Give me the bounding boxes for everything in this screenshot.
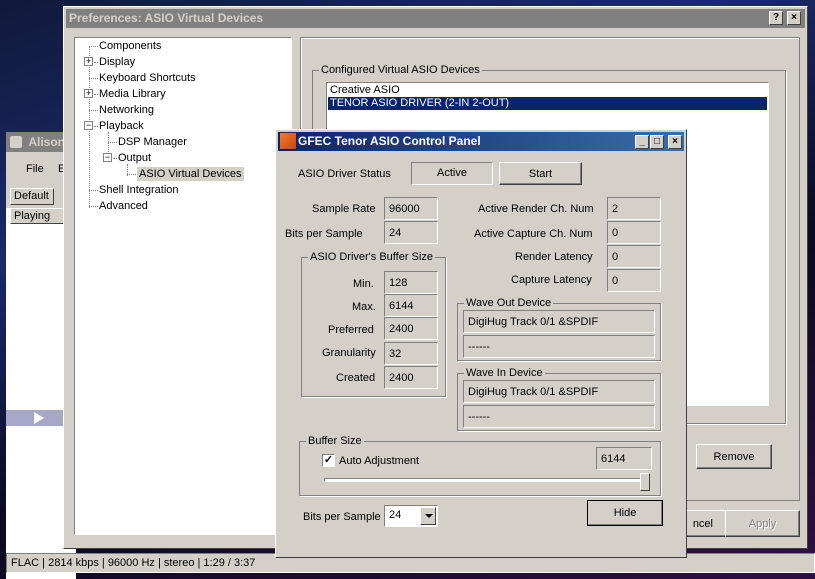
configured-devices-title: Configured Virtual ASIO Devices	[319, 64, 482, 76]
panel-maximize-button[interactable]: □	[650, 135, 664, 149]
auto-adjustment-label: Auto Adjustment	[339, 455, 420, 467]
tree-item-components[interactable]: Components	[99, 39, 161, 53]
expand-display-icon[interactable]: +	[84, 57, 93, 66]
capture-latency-label: Capture Latency	[511, 274, 592, 286]
min-value: 128	[384, 271, 438, 294]
wave-out-device-2: ------	[463, 335, 655, 358]
collapse-playback-icon[interactable]: −	[84, 121, 93, 130]
buffer-size-adjust-title: Buffer Size	[306, 435, 364, 447]
remove-button[interactable]: Remove	[696, 444, 772, 469]
wave-in-title: Wave In Device	[464, 367, 545, 379]
hide-button[interactable]: Hide	[587, 500, 663, 526]
bits-select[interactable]: 24	[384, 505, 438, 527]
render-ch-value: 2	[607, 197, 661, 220]
bits-select-label: Bits per Sample	[303, 511, 381, 523]
panel-titlebar[interactable]: GFEC Tenor ASIO Control Panel	[278, 132, 684, 151]
capture-ch-value: 0	[607, 221, 661, 244]
tree-item-playback[interactable]: Playback	[99, 119, 144, 133]
prefs-title: Preferences: ASIO Virtual Devices	[69, 11, 264, 25]
render-latency-value: 0	[607, 245, 661, 268]
start-button[interactable]: Start	[499, 162, 582, 185]
apply-button[interactable]: Apply	[725, 510, 800, 537]
granularity-label: Granularity	[322, 347, 376, 359]
tree-item-dsp-manager[interactable]: DSP Manager	[118, 135, 187, 149]
buffer-size-slider-track[interactable]	[324, 478, 650, 482]
help-button[interactable]: ?	[769, 11, 783, 25]
bits-select-value: 24	[389, 509, 402, 521]
wave-out-device-1: DigiHug Track 0/1 &SPDIF	[463, 310, 655, 333]
settings-tree[interactable]: Components + Display Keyboard Shortcuts …	[74, 37, 292, 535]
panel-title: GFEC Tenor ASIO Control Panel	[298, 134, 481, 148]
play-marker-icon	[34, 412, 44, 424]
max-value: 6144	[384, 294, 438, 317]
expand-media-library-icon[interactable]: +	[84, 89, 93, 98]
dropdown-arrow-icon[interactable]	[420, 507, 436, 525]
tree-item-output[interactable]: Output	[118, 151, 151, 165]
app-logo-icon	[10, 136, 22, 148]
auto-adjustment-checkbox[interactable]: ✓	[322, 454, 335, 467]
render-latency-label: Render Latency	[515, 251, 593, 263]
player-title: Alison	[28, 135, 66, 149]
buffer-size-slider-thumb[interactable]	[640, 473, 650, 491]
collapse-output-icon[interactable]: −	[103, 153, 112, 162]
sample-rate-label: Sample Rate	[312, 203, 376, 215]
panel-app-icon	[280, 133, 296, 149]
bits-per-sample-value: 24	[384, 221, 438, 244]
asio-control-panel: GFEC Tenor ASIO Control Panel _ □ × ASIO…	[275, 129, 687, 558]
prefs-close-button[interactable]: ×	[787, 11, 801, 25]
granularity-value: 32	[384, 342, 438, 365]
created-label: Created	[336, 372, 376, 384]
created-value: 2400	[384, 366, 438, 389]
buffer-size-value: 6144	[596, 447, 652, 470]
tree-item-networking[interactable]: Networking	[99, 103, 154, 117]
menu-file[interactable]: File	[26, 162, 44, 176]
wave-in-device-1: DigiHug Track 0/1 &SPDIF	[463, 380, 655, 403]
max-label: Max.	[352, 301, 376, 313]
device-item[interactable]: Creative ASIO	[328, 84, 767, 97]
capture-latency-value: 0	[607, 269, 661, 292]
tree-item-display[interactable]: Display	[99, 55, 135, 69]
sample-rate-value: 96000	[384, 197, 438, 220]
driver-status-label: ASIO Driver Status	[298, 168, 391, 180]
render-ch-label: Active Render Ch. Num	[478, 203, 594, 215]
panel-close-button[interactable]: ×	[668, 135, 682, 149]
wave-in-device-2: ------	[463, 405, 655, 428]
tree-item-media-library[interactable]: Media Library	[99, 87, 166, 101]
preferred-value: 2400	[384, 317, 438, 340]
capture-ch-label: Active Capture Ch. Num	[474, 228, 593, 240]
column-playing[interactable]: Playing	[10, 208, 64, 224]
device-item-selected[interactable]: TENOR ASIO DRIVER (2-IN 2-OUT)	[328, 97, 767, 110]
panel-minimize-button[interactable]: _	[635, 135, 649, 149]
bits-per-sample-label: Bits per Sample	[285, 228, 363, 240]
tree-item-asio-virtual-devices[interactable]: ASIO Virtual Devices	[137, 167, 244, 181]
min-label: Min.	[353, 278, 374, 290]
tree-item-shell-integration[interactable]: Shell Integration	[99, 183, 179, 197]
wave-out-title: Wave Out Device	[464, 297, 554, 309]
tab-default[interactable]: Default	[10, 188, 54, 205]
driver-status-value: Active	[411, 162, 493, 185]
preferred-label: Preferred	[328, 324, 374, 336]
prefs-titlebar[interactable]: Preferences: ASIO Virtual Devices	[66, 9, 805, 28]
tree-item-advanced[interactable]: Advanced	[99, 199, 148, 213]
tree-item-keyboard-shortcuts[interactable]: Keyboard Shortcuts	[99, 71, 196, 85]
buffer-size-group-title: ASIO Driver's Buffer Size	[308, 251, 435, 263]
